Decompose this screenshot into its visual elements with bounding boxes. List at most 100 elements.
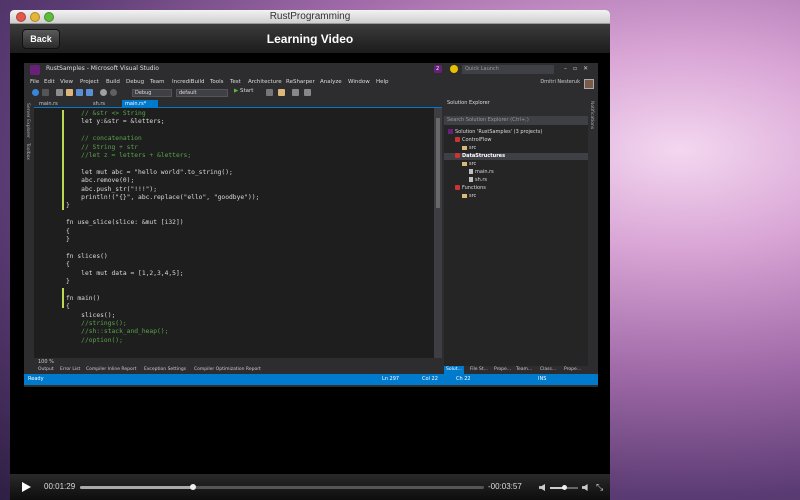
proj-icon: [455, 153, 460, 158]
volume-slider[interactable]: [550, 485, 578, 490]
folder-icon: [462, 161, 467, 166]
volume-high-icon[interactable]: [582, 484, 588, 491]
folder-icon: [462, 145, 467, 150]
menu-resharper: ReSharper: [286, 79, 315, 85]
code-line: abc.push_str("!!!");: [66, 185, 157, 193]
toolbar-list-icon: [304, 89, 311, 96]
vs-menu-bar: File Edit View Project Build Debug Team …: [24, 77, 598, 89]
feedback-smiley-icon: [450, 65, 458, 73]
status-insert-mode: INS: [538, 376, 547, 382]
zoom-window-button[interactable]: [44, 12, 54, 22]
navigation-bar: Learning Video Back: [10, 24, 610, 54]
save-all-icon: [86, 89, 93, 96]
code-line: }: [66, 278, 70, 285]
proj-icon: [455, 185, 460, 190]
tab-sh-rs: sh.rs: [93, 101, 106, 107]
window-title: RustProgramming: [269, 11, 351, 22]
code-line: // &str <> String: [66, 110, 146, 117]
menu-debug: Debug: [126, 79, 145, 85]
notifications-tab: Notifications: [589, 101, 594, 130]
tree-item-label: src: [469, 145, 477, 151]
menu-view: View: [60, 79, 74, 85]
volume-knob[interactable]: [562, 485, 567, 490]
player-controls: 00:01:29 -00:03:57 ⤡: [10, 474, 610, 500]
tree-item-label: sh.rs: [475, 177, 488, 183]
solution-explorer-toolbar: [444, 108, 588, 116]
code-line: //option();: [66, 336, 123, 344]
tree-item-folder: src: [462, 145, 476, 152]
bottom-panel-tabs: Output Error List Compiler Inline Report…: [24, 366, 444, 374]
status-char: Ch 22: [456, 376, 471, 382]
code-line: //sh::stack_and_heap();: [66, 328, 169, 336]
save-icon: [76, 89, 83, 96]
code-line: let y:&str = &letters;: [66, 118, 165, 126]
progress-slider[interactable]: [80, 484, 484, 490]
change-indicator: [62, 110, 64, 210]
tab-error-list: Error List: [60, 367, 81, 372]
vs-logo-icon: [30, 65, 40, 75]
change-indicator: [62, 288, 64, 308]
tree-item-sol: Solution 'RustSamples' (3 projects): [448, 129, 542, 136]
status-line: Ln 297: [382, 376, 400, 382]
menu-incredibuild: IncrediBuild: [172, 79, 205, 85]
tab-exception-settings: Exception Settings: [144, 367, 187, 372]
code-line: let mut abc = "hello world".to_string();: [66, 168, 233, 176]
code-line: fn main(): [66, 294, 101, 302]
code-line: // String + str: [66, 143, 139, 151]
tree-item-file: sh.rs: [469, 177, 487, 184]
tab-compiler-optimization-report: Compiler Optimization Report: [194, 367, 261, 372]
code-line: abc.remove(0);: [66, 177, 135, 185]
window-titlebar: RustProgramming: [10, 10, 610, 24]
editor-tab-bar: main.rs sh.rs main.rs*: [34, 99, 442, 108]
fullscreen-icon[interactable]: ⤡: [596, 482, 606, 492]
vs-window-controls: –▫✕: [564, 65, 595, 72]
code-line: // concatenation: [66, 135, 142, 143]
nav-forward-icon: [42, 89, 49, 96]
code-line: let mut data = [1,2,3,4,5];: [66, 269, 184, 277]
video-frame-visual-studio: RustSamples - Microsoft Visual Studio 2 …: [24, 63, 598, 387]
tree-item-proj: ControlFlow: [455, 137, 492, 144]
solution-panel-tabs: Solut... File St... Prope... Team... Cla…: [444, 366, 588, 374]
configuration-select: Debug: [132, 89, 172, 97]
start-debugging-button: ▶ Start: [234, 88, 253, 94]
back-button[interactable]: Back: [22, 29, 60, 49]
code-line: //let z = letters + &letters;: [66, 152, 192, 159]
server-explorer-tab: Server Explorer: [25, 103, 30, 138]
vs-titlebar: RustSamples - Microsoft Visual Studio 2 …: [24, 63, 598, 77]
tab-class-view: Class...: [540, 367, 557, 372]
toolbox-tab: Toolbox: [25, 143, 30, 160]
volume-low-icon[interactable]: [539, 484, 545, 491]
notification-count: 2: [436, 66, 440, 72]
new-project-icon: [56, 89, 63, 96]
tree-item-folder: src: [462, 193, 476, 200]
menu-window: Window: [348, 79, 370, 85]
open-file-icon: [66, 89, 73, 96]
tab-main-rs-modified: main.rs*: [122, 100, 158, 108]
close-window-button[interactable]: [16, 12, 26, 22]
menu-project: Project: [80, 79, 99, 85]
undo-icon: [100, 89, 107, 96]
proj-icon: [455, 137, 460, 142]
start-label: Start: [239, 88, 254, 94]
tree-item-label: main.rs: [475, 169, 494, 175]
minimize-window-button[interactable]: [30, 12, 40, 22]
code-line: println!("{}", abc.replace("ello", "good…: [66, 194, 260, 201]
tab-team-explorer: Team...: [516, 367, 533, 372]
code-line: {: [66, 227, 70, 235]
code-line: }: [66, 202, 70, 210]
tree-item-proj: Functions: [455, 185, 486, 192]
elapsed-time: 00:01:29: [44, 482, 76, 491]
code-line: fn slices(): [66, 252, 108, 260]
play-button[interactable]: [22, 482, 31, 492]
tree-item-proj: DataStructures: [444, 153, 588, 160]
tab-file-structure: File St...: [470, 367, 488, 372]
vs-title: RustSamples - Microsoft Visual Studio: [46, 65, 159, 72]
progress-knob[interactable]: [190, 484, 197, 490]
nav-back-icon: [32, 89, 39, 96]
vs-toolbar: Debug default ▶ Start: [24, 87, 598, 99]
code-line: slices();: [66, 311, 116, 319]
right-tool-strip: Notifications: [588, 99, 598, 369]
app-window: RustProgramming Learning Video Back Rust…: [10, 10, 610, 500]
code-line: }: [66, 236, 70, 243]
file-icon: [469, 169, 473, 174]
